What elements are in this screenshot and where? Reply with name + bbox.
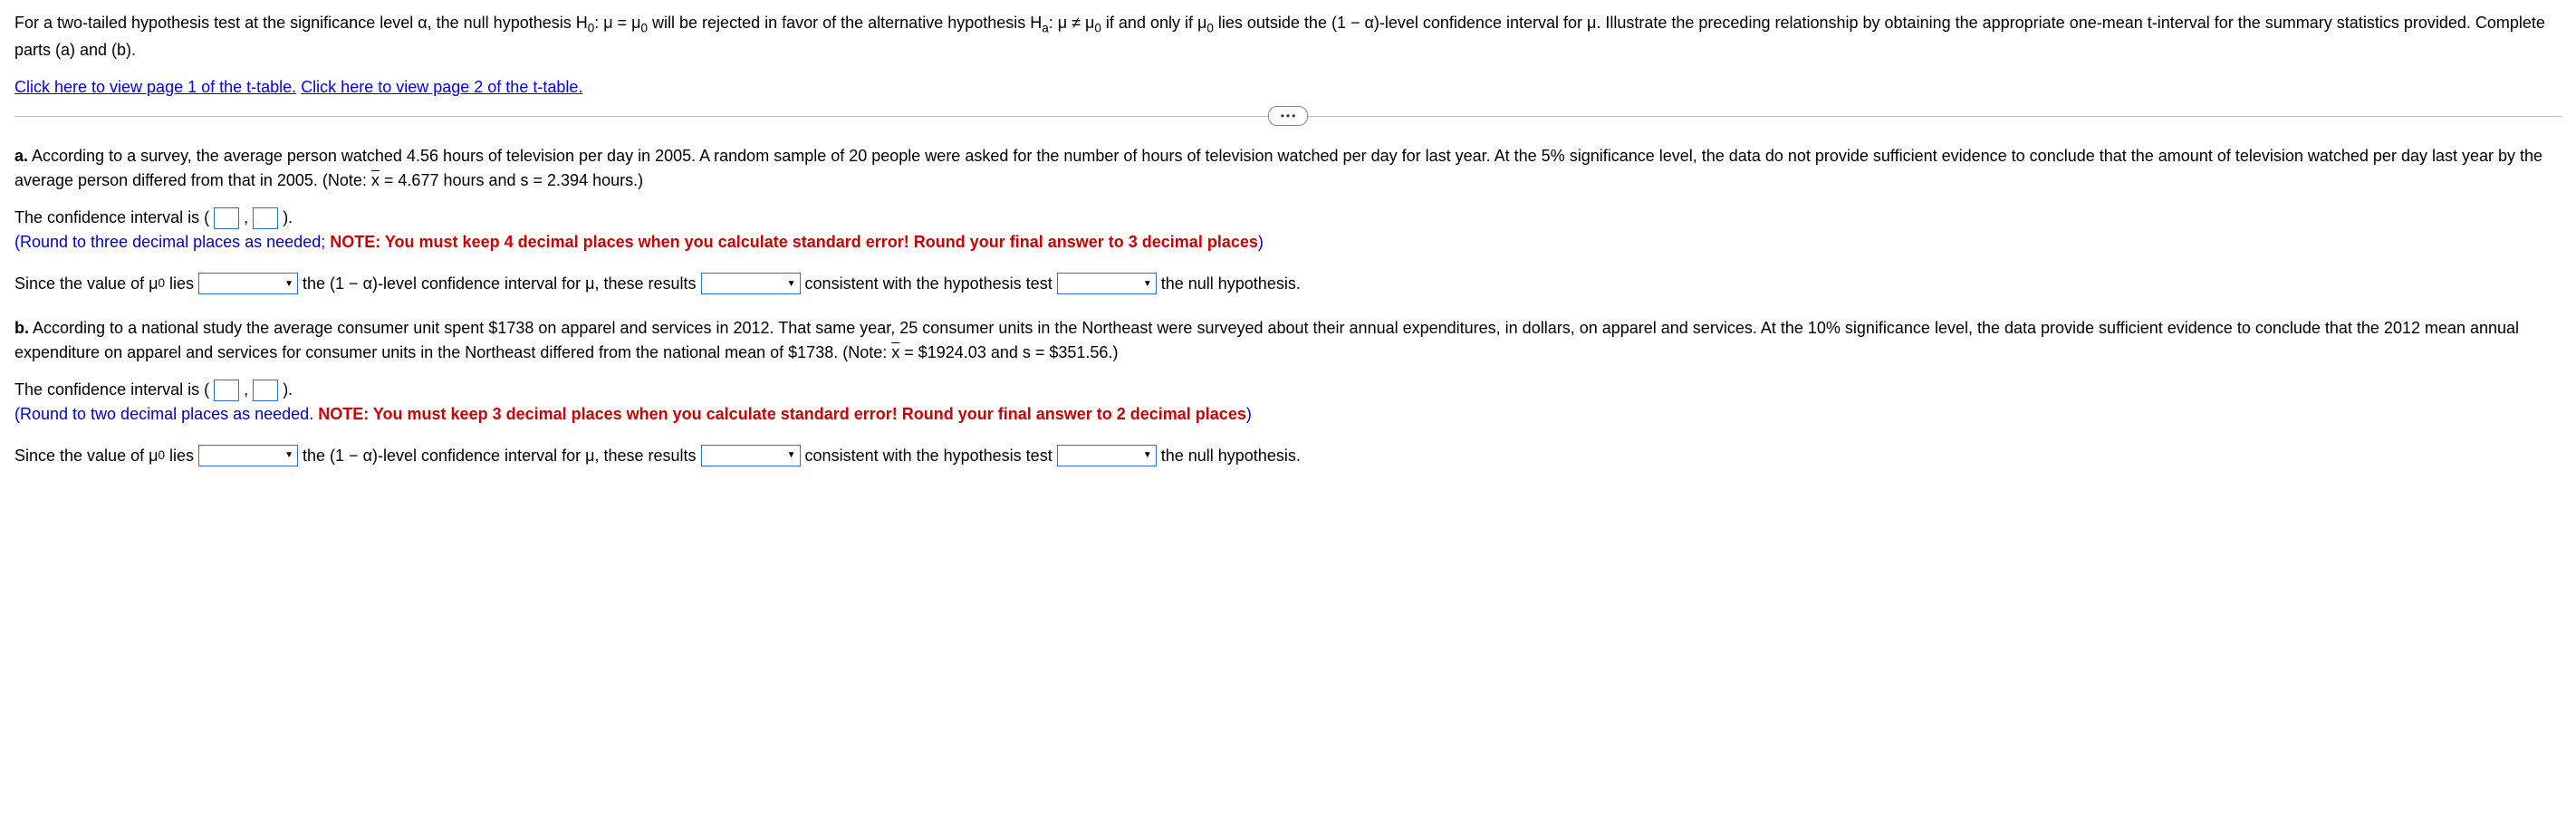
part-a-stats: = 4.677 hours and s = 2.394 hours.) xyxy=(380,171,643,189)
h0-colon: : μ = μ xyxy=(594,14,640,32)
s1: Since the value of μ xyxy=(14,446,158,464)
s4: the null hypothesis. xyxy=(1161,274,1301,293)
part-b-sentence: Since the value of μ0 lies ▼ the (1 − α)… xyxy=(14,443,2562,468)
chevron-down-icon: ▼ xyxy=(1143,277,1152,291)
s1-after: lies xyxy=(165,274,194,293)
part-b-ci-lower-input[interactable] xyxy=(214,380,239,401)
part-b-ci-line: The confidence interval is ( , ). xyxy=(14,378,2562,402)
s3: consistent with the hypothesis test xyxy=(805,274,1053,293)
intro-paragraph: For a two-tailed hypothesis test at the … xyxy=(14,11,2562,62)
part-a-label: a. xyxy=(14,147,28,165)
part-b-dropdown-null[interactable]: ▼ xyxy=(1057,445,1157,466)
s2: the (1 − α)-level confidence interval fo… xyxy=(303,274,696,293)
ci-comma: , xyxy=(244,380,248,399)
part-b-round-note: (Round to two decimal places as needed. … xyxy=(14,402,2562,427)
s1-after: lies xyxy=(165,446,194,464)
round-blue: (Round to two decimal places as needed. xyxy=(14,405,318,423)
part-a-round-note: (Round to three decimal places as needed… xyxy=(14,230,2562,255)
part-a-ci-upper-input[interactable] xyxy=(253,207,278,229)
part-b-dropdown-consistent[interactable]: ▼ xyxy=(701,445,801,466)
part-b-label: b. xyxy=(14,319,29,337)
chevron-down-icon: ▼ xyxy=(1143,448,1152,462)
part-a: a. According to a survey, the average pe… xyxy=(14,144,2562,296)
part-b: b. According to a national study the ave… xyxy=(14,316,2562,468)
ellipsis-icon: ••• xyxy=(1281,111,1298,121)
part-a-dropdown-consistent[interactable]: ▼ xyxy=(701,273,801,294)
ha-sub: a xyxy=(1042,22,1049,35)
chevron-down-icon: ▼ xyxy=(284,448,293,462)
part-b-stats: = $1924.03 and s = $351.56.) xyxy=(899,343,1118,361)
s1-sub: 0 xyxy=(158,448,165,462)
part-a-body: a. According to a survey, the average pe… xyxy=(14,144,2562,193)
part-b-ci-upper-input[interactable] xyxy=(253,380,278,401)
part-a-ci-lower-input[interactable] xyxy=(214,207,239,229)
round-blue: (Round to three decimal places as needed… xyxy=(14,233,330,251)
intro-text: For a two-tailed hypothesis test at the … xyxy=(14,14,588,32)
part-a-ci-line: The confidence interval is ( , ). xyxy=(14,206,2562,230)
ci-comma: , xyxy=(244,208,248,226)
part-b-text: According to a national study the averag… xyxy=(14,319,2519,361)
ci-suffix: ). xyxy=(283,208,293,226)
part-a-dropdown-lies[interactable]: ▼ xyxy=(198,273,298,294)
part-a-sentence: Since the value of μ0 lies ▼ the (1 − α)… xyxy=(14,271,2562,296)
part-b-body: b. According to a national study the ave… xyxy=(14,316,2562,365)
h0-sub2: 0 xyxy=(641,22,649,35)
links-row: Click here to view page 1 of the t-table… xyxy=(14,75,2562,100)
ha-colon: : μ ≠ μ xyxy=(1049,14,1095,32)
xbar-symbol: x xyxy=(891,343,899,361)
intro-iff: if and only if μ xyxy=(1101,14,1206,32)
expand-button[interactable]: ••• xyxy=(1268,106,1308,126)
chevron-down-icon: ▼ xyxy=(787,277,796,291)
round-blue-end: ) xyxy=(1246,405,1252,423)
part-b-dropdown-lies[interactable]: ▼ xyxy=(198,445,298,466)
mu0-sub: 0 xyxy=(1206,22,1214,35)
chevron-down-icon: ▼ xyxy=(787,448,796,462)
link-ttable-page1[interactable]: Click here to view page 1 of the t-table… xyxy=(14,78,296,96)
s1: Since the value of μ xyxy=(14,274,158,293)
ci-prefix: The confidence interval is ( xyxy=(14,380,209,399)
link-ttable-page2[interactable]: Click here to view page 2 of the t-table… xyxy=(301,78,582,96)
ci-suffix: ). xyxy=(283,380,293,399)
ha-sub2: 0 xyxy=(1094,22,1101,35)
round-blue-end: ) xyxy=(1258,233,1264,251)
s4: the null hypothesis. xyxy=(1161,446,1301,464)
round-red: NOTE: You must keep 4 decimal places whe… xyxy=(330,233,1258,251)
s2: the (1 − α)-level confidence interval fo… xyxy=(303,446,696,464)
section-divider: ••• xyxy=(14,116,2562,117)
xbar-symbol: x xyxy=(371,171,380,189)
ci-prefix: The confidence interval is ( xyxy=(14,208,209,226)
round-red: NOTE: You must keep 3 decimal places whe… xyxy=(318,405,1246,423)
intro-mid: will be rejected in favor of the alterna… xyxy=(648,14,1042,32)
part-a-dropdown-null[interactable]: ▼ xyxy=(1057,273,1157,294)
s3: consistent with the hypothesis test xyxy=(805,446,1053,464)
chevron-down-icon: ▼ xyxy=(284,277,293,291)
s1-sub: 0 xyxy=(158,276,165,290)
